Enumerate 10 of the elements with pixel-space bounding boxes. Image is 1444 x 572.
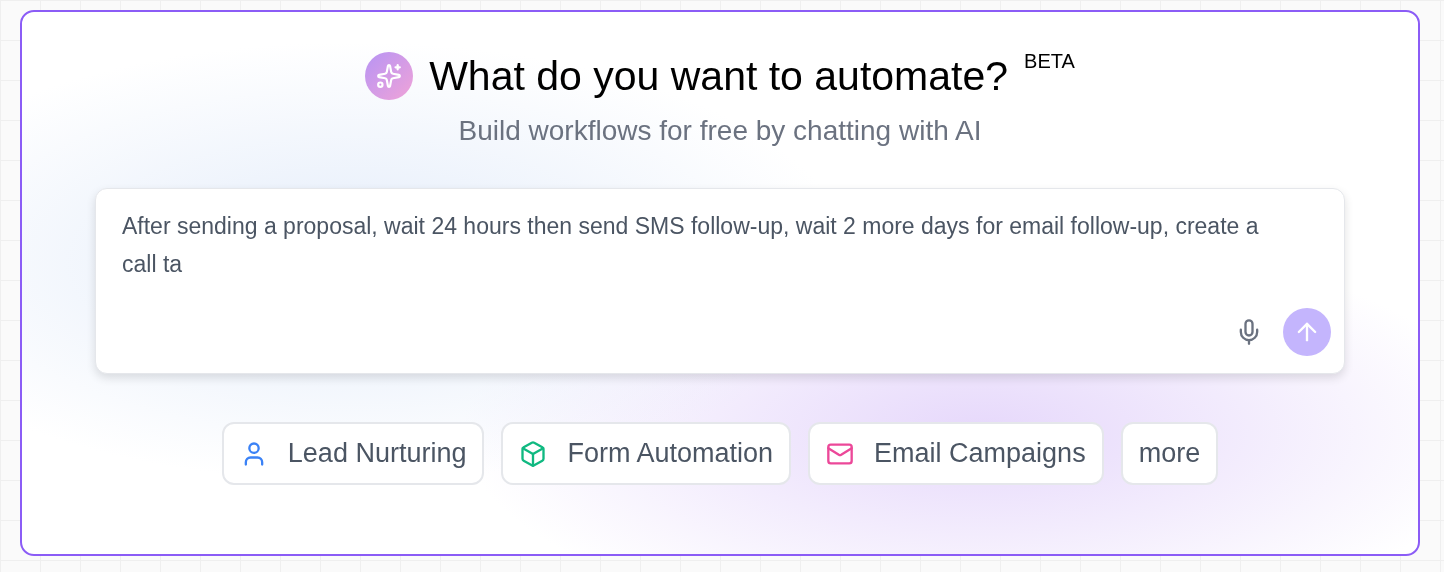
suggestion-chip[interactable]: Form Automation — [501, 422, 792, 485]
cube-icon — [519, 439, 548, 468]
prompt-field[interactable]: After sending a proposal, wait 24 hours then send SMS follow-up, wait 2 more days for email follow-up, create a call ta — [95, 188, 1345, 374]
suggestion-chip[interactable]: Lead Nurturing — [221, 422, 485, 485]
page-title: What do you want to automate? — [429, 55, 1009, 97]
beta-label: BETA — [1024, 49, 1075, 74]
subtitle: Build workflows for free by chatting with AI — [458, 114, 982, 148]
suggestion-chip[interactable]: more — [1120, 422, 1219, 485]
suggestion-chip[interactable]: Email Campaigns — [808, 422, 1104, 485]
sparkle-icon — [365, 52, 414, 100]
